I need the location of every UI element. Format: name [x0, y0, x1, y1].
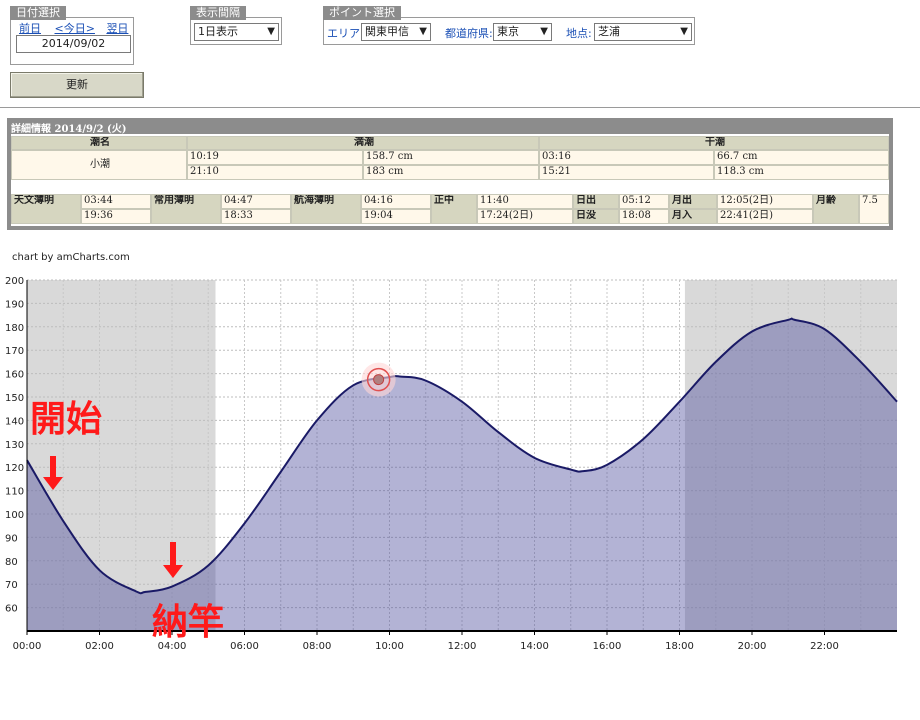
cursor-dot [373, 374, 385, 386]
interval-title: 表示間隔 [190, 6, 246, 20]
y-tick-label: 180 [5, 323, 24, 334]
prefecture-select[interactable]: 東京 ▼ [493, 23, 552, 41]
x-tick-label: 16:00 [593, 641, 622, 652]
start-arrow-icon [43, 456, 63, 490]
astro-twilight-end: 19:36 [81, 209, 151, 224]
y-tick-label: 90 [5, 533, 18, 544]
y-tick-label: 140 [5, 416, 24, 427]
moon-age-label: 月齢 [813, 194, 859, 224]
prefecture-value: 東京 [497, 25, 519, 38]
noon-label: 正中 [431, 194, 477, 224]
area-value: 関東甲信 [365, 25, 409, 38]
interval-value: 1日表示 [198, 25, 238, 38]
detail-heading: 詳細情報 2014/9/2 (火) [11, 124, 127, 135]
area-select[interactable]: 関東甲信 ▼ [361, 23, 431, 41]
high-tide-time-2: 21:10 [187, 165, 363, 180]
point-select-group: ポイント選択 エリア: 関東甲信 ▼ 都道府県: 東京 ▼ 地点: 芝浦 ▼ [323, 6, 695, 45]
interval-group: 表示間隔 1日表示 ▼ [190, 6, 282, 45]
y-tick-label: 60 [5, 604, 18, 615]
interval-select[interactable]: 1日表示 ▼ [194, 23, 279, 41]
y-tick-label: 130 [5, 440, 24, 451]
moonrise-value: 12:05(2日) [717, 194, 813, 209]
noon-value-1: 11:40 [477, 194, 573, 209]
civil-twilight-start: 04:47 [221, 194, 291, 209]
x-tick-label: 02:00 [85, 641, 114, 652]
next-day-link[interactable]: 翌日 [106, 22, 128, 35]
detail-panel: 詳細情報 2014/9/2 (火) 潮名 満潮 干潮 小潮 10:19 158.… [7, 118, 893, 230]
y-tick-label: 100 [5, 510, 24, 521]
moonset-value: 22:41(2日) [717, 209, 813, 224]
moon-age-value: 7.5 [859, 194, 889, 224]
low-tide-time-1: 03:16 [539, 150, 714, 165]
x-tick-label: 12:00 [448, 641, 477, 652]
low-tide-level-2: 118.3 cm [714, 165, 889, 180]
sunrise-value: 05:12 [619, 194, 669, 209]
divider [0, 107, 920, 108]
noon-value-2: 17:24(2日) [477, 209, 573, 224]
start-annotation: 開始 [30, 399, 103, 440]
y-tick-label: 170 [5, 346, 24, 357]
tide-chart: chart by amCharts.com 60 70 80 90 100 110 120 1… [0, 248, 900, 658]
nautical-twilight-label: 航海薄明 [291, 194, 361, 224]
y-tick-label: 150 [5, 393, 24, 404]
today-link[interactable]: <今日> [55, 22, 95, 35]
civil-twilight-end: 18:33 [221, 209, 291, 224]
chevron-down-icon: ▼ [267, 26, 275, 37]
astro-twilight-start: 03:44 [81, 194, 151, 209]
chevron-down-icon: ▼ [540, 26, 548, 37]
tide-name-header: 潮名 [11, 136, 187, 150]
detail-table: 潮名 満潮 干潮 小潮 10:19 158.7 cm 21:10 183 cm … [11, 134, 889, 226]
civil-twilight-label: 常用薄明 [151, 194, 221, 224]
y-tick-label: 190 [5, 299, 24, 310]
high-tide-time-1: 10:19 [187, 150, 363, 165]
chevron-down-icon: ▼ [419, 26, 427, 37]
date-select-group: 日付選択 前日 <今日> 翌日 2014/09/02 [10, 6, 134, 65]
low-tide-time-2: 15:21 [539, 165, 714, 180]
nautical-twilight-start: 04:16 [361, 194, 431, 209]
y-tick-label: 80 [5, 557, 18, 568]
spot-value: 芝浦 [598, 25, 620, 38]
y-tick-label: 70 [5, 580, 18, 591]
point-select-title: ポイント選択 [323, 6, 401, 20]
moonset-label: 月入 [669, 209, 717, 224]
x-tick-label: 06:00 [230, 641, 259, 652]
sunset-label: 日没 [573, 209, 619, 224]
end-arrow-icon [163, 542, 183, 578]
low-tide-level-1: 66.7 cm [714, 150, 889, 165]
x-tick-label: 18:00 [665, 641, 694, 652]
x-tick-label: 00:00 [13, 641, 42, 652]
x-tick-label: 22:00 [810, 641, 839, 652]
sunset-value: 18:08 [619, 209, 669, 224]
spot-select[interactable]: 芝浦 ▼ [594, 23, 692, 41]
y-tick-label: 110 [5, 487, 24, 498]
astro-twilight-label: 天文薄明 [11, 194, 81, 224]
y-tick-label: 200 [5, 276, 24, 287]
sunrise-label: 日出 [573, 194, 619, 209]
y-tick-label: 120 [5, 463, 24, 474]
high-tide-header: 満潮 [187, 136, 539, 150]
x-tick-label: 20:00 [738, 641, 767, 652]
high-tide-level-2: 183 cm [363, 165, 539, 180]
x-tick-label: 10:00 [375, 641, 404, 652]
tide-name-value: 小潮 [11, 150, 187, 180]
chevron-down-icon: ▼ [680, 26, 688, 37]
y-tick-label: 160 [5, 370, 24, 381]
low-tide-header: 干潮 [539, 136, 889, 150]
end-annotation: 納竿 [152, 602, 225, 643]
high-tide-level-1: 158.7 cm [363, 150, 539, 165]
area-label: エリア: [327, 27, 364, 40]
date-select-title: 日付選択 [10, 6, 66, 20]
prev-day-link[interactable]: 前日 [19, 22, 41, 35]
update-button[interactable]: 更新 [10, 72, 144, 98]
moonrise-label: 月出 [669, 194, 717, 209]
spot-label: 地点: [566, 27, 592, 40]
prefecture-label: 都道府県: [445, 27, 493, 40]
date-field[interactable]: 2014/09/02 [16, 35, 131, 53]
x-tick-label: 08:00 [303, 641, 332, 652]
nautical-twilight-end: 19:04 [361, 209, 431, 224]
tide-chart-svg: 60 70 80 90 100 110 120 130 140 150 160 170 180 190 20… [5, 276, 898, 652]
x-tick-label: 14:00 [520, 641, 549, 652]
